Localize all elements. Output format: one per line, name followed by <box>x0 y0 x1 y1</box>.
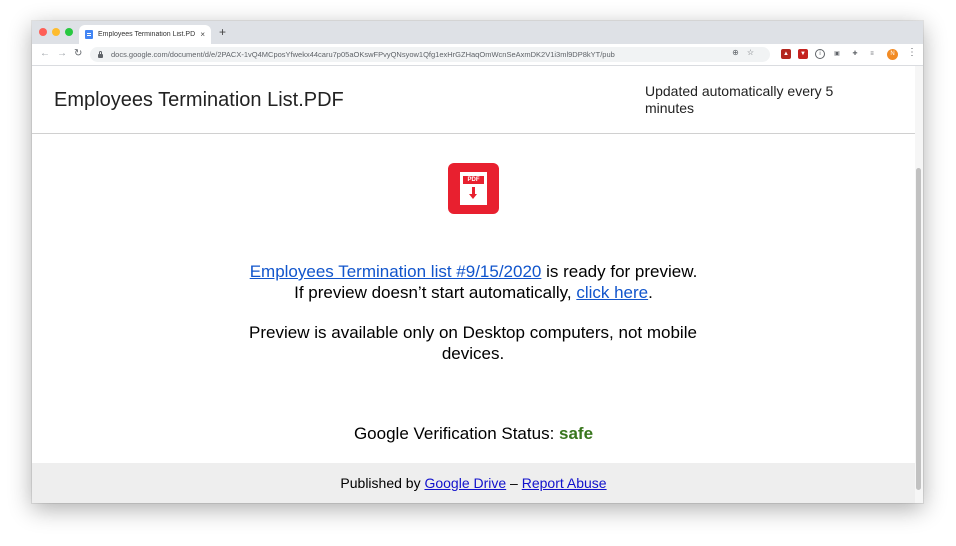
minimize-window-button[interactable] <box>52 28 60 36</box>
ready-text: is ready for preview. <box>541 262 698 281</box>
extension-shield-icon[interactable]: ▼ <box>798 49 808 59</box>
footer-separator: – <box>506 475 522 491</box>
zoom-and-bookmark-icons[interactable]: ⊕☆ <box>732 48 762 57</box>
published-doc-page: Employees Termination List.PDF Updated a… <box>32 66 923 503</box>
fallback-suffix: . <box>648 283 653 302</box>
file-link[interactable]: Employees Termination list #9/15/2020 <box>250 262 542 281</box>
tab-title: Employees Termination List.PD <box>98 31 196 38</box>
browser-tab[interactable]: Employees Termination List.PD × <box>79 25 211 44</box>
preview-ready-line: Employees Termination list #9/15/2020 is… <box>32 261 915 282</box>
lock-icon <box>98 50 103 58</box>
tab-strip: Employees Termination List.PD × + <box>32 21 923 44</box>
pdf-sheet: PDF <box>460 172 487 205</box>
address-bar[interactable]: docs.google.com/document/d/e/2PACX-1vQ4M… <box>90 47 770 62</box>
close-tab-icon[interactable]: × <box>200 30 205 39</box>
profile-avatar[interactable]: N <box>887 49 898 60</box>
download-arrow-icon <box>469 194 477 199</box>
verification-status: Google Verification Status: safe <box>32 423 915 444</box>
browser-window: Employees Termination List.PD × + ← → ↻ … <box>32 21 923 503</box>
status-value: safe <box>559 424 594 443</box>
report-abuse-link[interactable]: Report Abuse <box>522 475 607 491</box>
reading-list-icon[interactable]: ≡ <box>867 49 877 59</box>
click-here-link[interactable]: click here <box>576 283 648 302</box>
fallback-prefix: If preview doesn’t start automatically, <box>294 283 577 302</box>
scrollbar-thumb[interactable] <box>916 168 921 490</box>
browser-toolbar: ← → ↻ docs.google.com/document/d/e/2PACX… <box>32 44 923 66</box>
google-drive-link[interactable]: Google Drive <box>424 475 506 491</box>
published-by-text: Published by <box>340 475 425 491</box>
auto-update-notice: Updated automatically every 5 minutes <box>645 83 834 116</box>
doc-header: Employees Termination List.PDF Updated a… <box>32 66 915 134</box>
google-docs-icon <box>85 30 93 39</box>
reload-icon[interactable]: ↻ <box>74 48 82 60</box>
desktop-notice: Preview is available only on Desktop com… <box>249 323 697 363</box>
vertical-scrollbar[interactable] <box>915 66 923 503</box>
pdf-icon-label: PDF <box>463 176 484 184</box>
back-icon[interactable]: ← <box>40 48 50 60</box>
status-label: Google Verification Status: <box>353 424 560 443</box>
close-window-button[interactable] <box>39 28 47 36</box>
extensions-puzzle-icon[interactable]: ✚ <box>850 49 860 59</box>
extension-ublock-icon[interactable]: ▲ <box>781 49 791 59</box>
forward-icon[interactable]: → <box>57 48 67 60</box>
publish-footer: Published by Google Drive – Report Abuse <box>32 463 915 503</box>
new-tab-button[interactable]: + <box>219 26 226 38</box>
maximize-window-button[interactable] <box>65 28 73 36</box>
url-text: docs.google.com/document/d/e/2PACX-1vQ4M… <box>111 50 615 59</box>
browser-menu-icon[interactable]: ⋮ <box>907 47 917 58</box>
doc-title: Employees Termination List.PDF <box>54 89 344 111</box>
extension-info-icon[interactable]: i <box>815 49 825 59</box>
extension-screen-icon[interactable]: ▣ <box>832 49 842 59</box>
fallback-line: If preview doesn’t start automatically, … <box>32 282 915 303</box>
pdf-download-icon: PDF <box>448 163 499 214</box>
